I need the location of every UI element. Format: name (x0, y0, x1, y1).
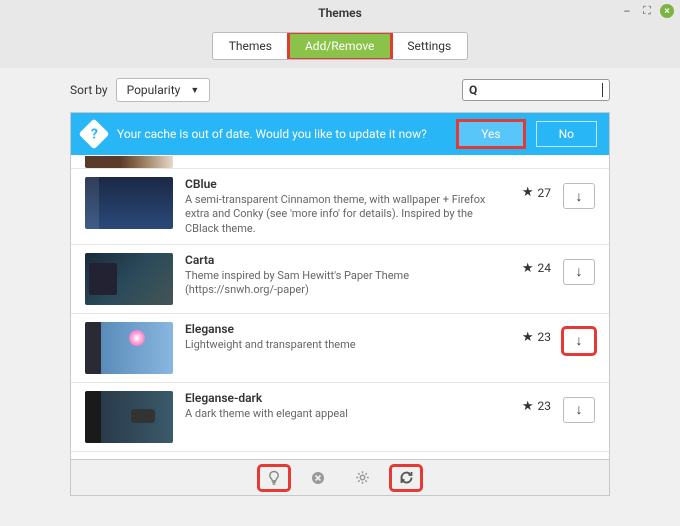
search-icon: Q (469, 83, 477, 97)
theme-row[interactable]: CBlue A semi-transparent Cinnamon theme,… (71, 169, 609, 245)
search-input[interactable] (483, 83, 596, 97)
theme-row[interactable]: Eleganse-dark A dark theme with elegant … (71, 383, 609, 452)
cache-banner: ? Your cache is out of date. Would you l… (71, 113, 609, 155)
theme-rating: ★ 23 (509, 330, 551, 345)
tip-button[interactable] (259, 466, 289, 490)
theme-rating: ★ 27 (509, 185, 551, 200)
maximize-button[interactable]: ⛶ (640, 4, 654, 18)
download-icon: ↓ (576, 188, 583, 205)
theme-name: Carta (185, 253, 497, 267)
sort-label: Sort by (70, 83, 108, 97)
download-button[interactable]: ↓ (563, 397, 595, 423)
theme-row-partial (71, 155, 609, 169)
close-button[interactable]: × (660, 4, 674, 18)
rating-value: 27 (538, 186, 552, 200)
theme-info: CBlue A semi-transparent Cinnamon theme,… (185, 177, 497, 236)
download-button[interactable]: ↓ (563, 328, 595, 354)
download-icon: ↓ (576, 332, 583, 349)
theme-description: A semi-transparent Cinnamon theme, with … (185, 193, 497, 236)
theme-thumbnail (85, 253, 173, 305)
banner-yes-button[interactable]: Yes (458, 121, 523, 147)
minimize-button[interactable]: – (620, 4, 634, 18)
theme-row[interactable]: Eleganse Lightweight and transparent the… (71, 314, 609, 383)
star-icon: ★ (522, 261, 534, 276)
star-icon: ★ (522, 185, 534, 200)
theme-info: Eleganse Lightweight and transparent the… (185, 322, 497, 352)
lightbulb-icon (267, 470, 281, 486)
theme-info: Eleganse-dark A dark theme with elegant … (185, 391, 497, 421)
tab-settings[interactable]: Settings (391, 33, 467, 59)
tab-add-remove[interactable]: Add/Remove (289, 33, 391, 59)
theme-rating: ★ 24 (509, 261, 551, 276)
theme-description: Lightweight and transparent theme (185, 338, 497, 352)
rating-value: 23 (538, 330, 552, 344)
theme-thumbnail (85, 177, 173, 229)
tab-themes[interactable]: Themes (213, 33, 289, 59)
window-controls: – ⛶ × (620, 4, 674, 18)
theme-thumbnail (85, 156, 173, 168)
star-icon: ★ (522, 399, 534, 414)
theme-thumbnail (85, 322, 173, 374)
download-icon: ↓ (576, 263, 583, 280)
refresh-icon (399, 470, 414, 485)
download-icon: ↓ (576, 401, 583, 418)
search-box[interactable]: Q (462, 79, 610, 101)
info-icon: ? (78, 118, 109, 149)
chevron-down-icon: ▼ (190, 85, 199, 96)
tab-bar: Themes Add/Remove Settings (0, 26, 680, 68)
download-button[interactable]: ↓ (563, 259, 595, 285)
sort-dropdown-value: Popularity (127, 83, 181, 97)
theme-row[interactable]: Adapta A light theme based on Material D… (71, 452, 609, 459)
sort-dropdown[interactable]: Popularity ▼ (116, 78, 211, 102)
banner-no-button[interactable]: No (536, 121, 597, 147)
theme-description: Theme inspired by Sam Hewitt's Paper The… (185, 269, 497, 298)
theme-description: A dark theme with elegant appeal (185, 407, 497, 421)
star-icon: ★ (522, 330, 534, 345)
rating-value: 24 (538, 261, 552, 275)
toolbar: Sort by Popularity ▼ Q (0, 68, 680, 112)
theme-list[interactable]: CBlue A semi-transparent Cinnamon theme,… (71, 155, 609, 459)
search-cursor (602, 83, 603, 97)
theme-name: CBlue (185, 177, 497, 191)
settings-button[interactable] (347, 466, 377, 490)
rating-value: 23 (538, 399, 552, 413)
theme-rating: ★ 23 (509, 399, 551, 414)
theme-name: Eleganse-dark (185, 391, 497, 405)
titlebar: Themes – ⛶ × (0, 0, 680, 26)
clear-button[interactable] (303, 466, 333, 490)
refresh-button[interactable] (391, 466, 421, 490)
theme-thumbnail (85, 391, 173, 443)
gear-icon (355, 470, 370, 485)
theme-row[interactable]: Carta Theme inspired by Sam Hewitt's Pap… (71, 245, 609, 314)
tab-group: Themes Add/Remove Settings (212, 32, 469, 60)
window-title: Themes (318, 6, 362, 20)
theme-name: Eleganse (185, 322, 497, 336)
clear-icon (311, 471, 325, 485)
theme-info: Carta Theme inspired by Sam Hewitt's Pap… (185, 253, 497, 298)
bottom-toolbar (70, 460, 610, 496)
download-button[interactable]: ↓ (563, 183, 595, 209)
banner-message: Your cache is out of date. Would you lik… (117, 127, 446, 141)
main-panel: ? Your cache is out of date. Would you l… (70, 112, 610, 460)
